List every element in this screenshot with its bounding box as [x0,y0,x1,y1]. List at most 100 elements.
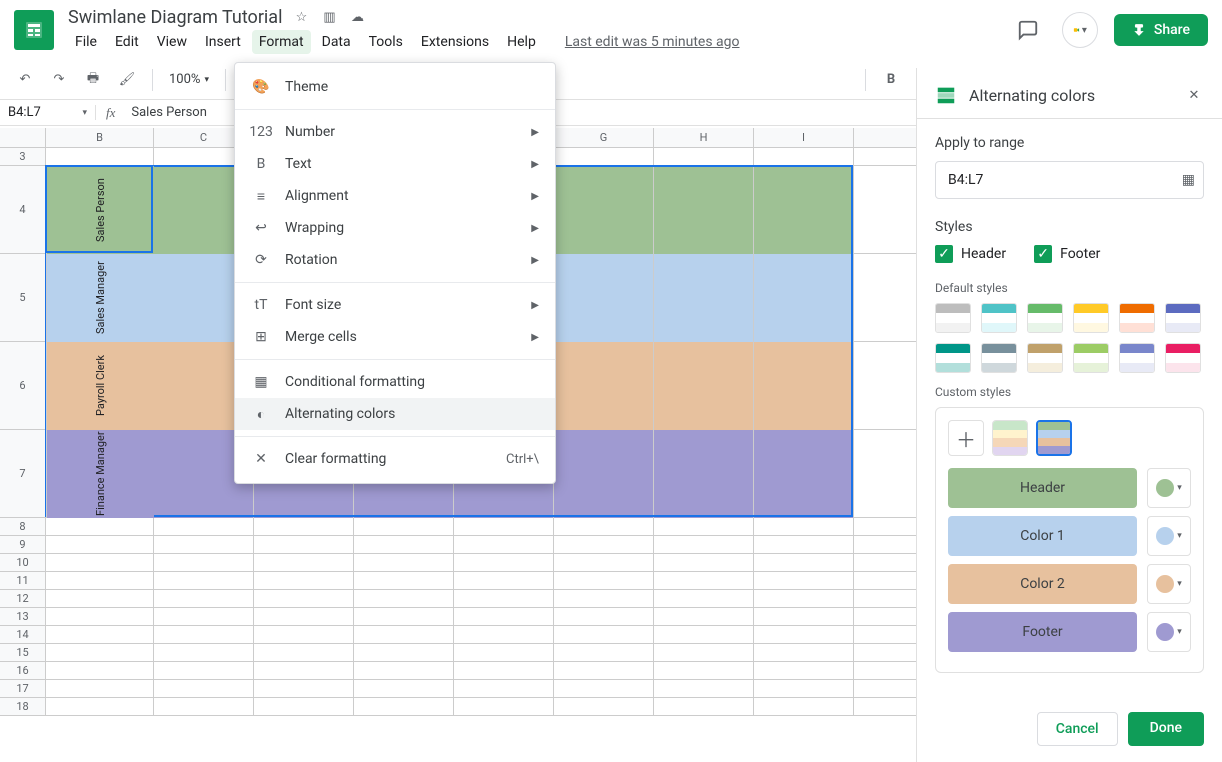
format-menu-clear-formatting[interactable]: ✕Clear formattingCtrl+\ [235,443,555,475]
row-header-7[interactable]: 7 [0,430,45,518]
row-header-18[interactable]: 18 [0,698,45,716]
cell-G18[interactable] [554,698,654,716]
cell-I4[interactable] [754,166,854,254]
cell-G8[interactable] [554,518,654,536]
cell-I11[interactable] [754,572,854,590]
cell-G13[interactable] [554,608,654,626]
cell-D13[interactable] [254,608,354,626]
custom-style-0[interactable] [992,420,1028,456]
cell-H18[interactable] [654,698,754,716]
row-header-16[interactable]: 16 [0,662,45,680]
cell-C17[interactable] [154,680,254,698]
share-button[interactable]: Share [1114,14,1208,46]
footer-checkbox[interactable]: ✓Footer [1034,245,1100,263]
default-style-10[interactable] [1119,343,1155,373]
cell-C18[interactable] [154,698,254,716]
default-style-7[interactable] [981,343,1017,373]
cell-F17[interactable] [454,680,554,698]
cell-H17[interactable] [654,680,754,698]
cell-E15[interactable] [354,644,454,662]
cell-C13[interactable] [154,608,254,626]
cell-F9[interactable] [454,536,554,554]
cell-D14[interactable] [254,626,354,644]
cell-E17[interactable] [354,680,454,698]
cell-C12[interactable] [154,590,254,608]
formula-text[interactable]: Sales Person [125,105,207,120]
row-header-12[interactable]: 12 [0,590,45,608]
cell-I18[interactable] [754,698,854,716]
menu-view[interactable]: View [150,30,194,54]
cell-C15[interactable] [154,644,254,662]
menu-edit[interactable]: Edit [108,30,146,54]
cell-C9[interactable] [154,536,254,554]
redo-button[interactable]: ↷ [44,65,74,95]
cell-H10[interactable] [654,554,754,572]
bold-button[interactable]: B [876,65,906,95]
cell-I16[interactable] [754,662,854,680]
cell-H3[interactable] [654,148,754,166]
star-icon[interactable]: ☆ [292,8,310,26]
cell-B12[interactable] [46,590,154,608]
cell-E8[interactable] [354,518,454,536]
cell-F13[interactable] [454,608,554,626]
default-style-4[interactable] [1119,303,1155,333]
header-checkbox[interactable]: ✓Header [935,245,1006,263]
format-menu-theme[interactable]: 🎨Theme [235,71,555,103]
undo-button[interactable]: ↶ [10,65,40,95]
color-picker-footer[interactable]: ▾ [1147,612,1191,652]
cell-I7[interactable] [754,430,854,518]
cell-D9[interactable] [254,536,354,554]
menu-extensions[interactable]: Extensions [414,30,496,54]
menu-format[interactable]: Format [252,30,311,54]
cell-F14[interactable] [454,626,554,644]
cell-B6[interactable]: Payroll Clerk [46,342,154,430]
comments-icon[interactable] [1010,12,1046,48]
cell-D17[interactable] [254,680,354,698]
col-header-I[interactable]: I [754,128,854,147]
menu-data[interactable]: Data [315,30,358,54]
cell-H4[interactable] [654,166,754,254]
cell-G6[interactable] [554,342,654,430]
cell-H15[interactable] [654,644,754,662]
cell-F18[interactable] [454,698,554,716]
name-box[interactable]: B4:L7▾ [0,105,96,120]
row-header-13[interactable]: 13 [0,608,45,626]
cell-C16[interactable] [154,662,254,680]
cell-D11[interactable] [254,572,354,590]
format-menu-alignment[interactable]: ≡Alignment▶ [235,180,555,212]
cell-B14[interactable] [46,626,154,644]
cell-I15[interactable] [754,644,854,662]
cell-C11[interactable] [154,572,254,590]
cell-C8[interactable] [154,518,254,536]
cell-G10[interactable] [554,554,654,572]
cell-G15[interactable] [554,644,654,662]
format-menu-alternating-colors[interactable]: ◐Alternating colors [235,398,555,430]
cell-E13[interactable] [354,608,454,626]
cell-B10[interactable] [46,554,154,572]
default-style-3[interactable] [1073,303,1109,333]
default-style-9[interactable] [1073,343,1109,373]
cell-I8[interactable] [754,518,854,536]
default-style-6[interactable] [935,343,971,373]
cloud-icon[interactable]: ☁ [348,8,366,26]
row-header-14[interactable]: 14 [0,626,45,644]
row-header-5[interactable]: 5 [0,254,45,342]
cell-E18[interactable] [354,698,454,716]
cell-E10[interactable] [354,554,454,572]
cell-F10[interactable] [454,554,554,572]
cell-B15[interactable] [46,644,154,662]
cell-B18[interactable] [46,698,154,716]
done-button[interactable]: Done [1128,712,1204,746]
cell-E16[interactable] [354,662,454,680]
cell-B7[interactable]: Finance Manager [46,430,154,518]
grid-icon[interactable]: ▦ [1182,172,1195,188]
row-header-8[interactable]: 8 [0,518,45,536]
format-menu-conditional-formatting[interactable]: ▦Conditional formatting [235,366,555,398]
cell-G4[interactable] [554,166,654,254]
cell-C14[interactable] [154,626,254,644]
cell-F11[interactable] [454,572,554,590]
cell-G16[interactable] [554,662,654,680]
cell-B8[interactable] [46,518,154,536]
cell-H7[interactable] [654,430,754,518]
default-style-1[interactable] [981,303,1017,333]
